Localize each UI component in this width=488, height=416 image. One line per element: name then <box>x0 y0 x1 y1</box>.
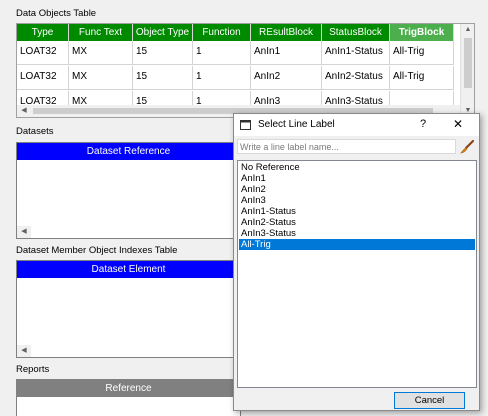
datasets-table[interactable]: Dataset Reference ◀ <box>16 142 241 239</box>
cell-func-text[interactable]: MX <box>69 41 133 65</box>
cancel-button[interactable]: Cancel <box>394 392 465 409</box>
column-header-status-block[interactable]: StatusBlock <box>322 24 390 41</box>
scroll-thumb[interactable] <box>464 38 472 88</box>
reports-table[interactable]: Reference <box>16 379 241 416</box>
dialog-title: Select Line Label <box>258 119 335 130</box>
list-item[interactable]: AnIn2 <box>239 184 475 195</box>
member-indexes-label: Dataset Member Object Indexes Table <box>16 245 178 256</box>
cell-type[interactable]: LOAT32 <box>17 41 69 65</box>
column-header-trig-block[interactable]: TrigBlock <box>390 24 454 41</box>
cell-func-text[interactable]: MX <box>69 66 133 90</box>
window-icon <box>240 120 251 130</box>
cell-result-block[interactable]: AnIn1 <box>251 41 322 65</box>
list-item[interactable]: AnIn2-Status <box>239 217 475 228</box>
table-row[interactable]: LOAT32 MX 15 1 AnIn1 AnIn1-Status All-Tr… <box>17 41 454 65</box>
cell-result-block[interactable]: AnIn2 <box>251 66 322 90</box>
dialog-title-bar[interactable]: Select Line Label ? ✕ <box>234 114 479 136</box>
cell-status-block[interactable]: AnIn2-Status <box>322 66 390 90</box>
select-line-label-dialog: Select Line Label ? ✕ No Reference AnIn1… <box>233 113 480 411</box>
column-header-dataset-reference[interactable]: Dataset Reference <box>17 143 240 160</box>
table-header-row: Type Func Text Object Type Function REsu… <box>17 24 454 41</box>
list-item[interactable]: AnIn3 <box>239 195 475 206</box>
cell-object-type[interactable]: 15 <box>133 66 193 90</box>
arrow-left-icon[interactable]: ◀ <box>17 105 31 117</box>
column-header-object-type[interactable]: Object Type <box>133 24 193 41</box>
datasets-label: Datasets <box>16 126 54 137</box>
data-objects-table[interactable]: Type Func Text Object Type Function REsu… <box>16 23 475 118</box>
column-header-dataset-element[interactable]: Dataset Element <box>17 261 240 278</box>
brush-button[interactable] <box>458 138 476 156</box>
brush-icon <box>460 139 475 154</box>
cell-function[interactable]: 1 <box>193 66 251 90</box>
help-button[interactable]: ? <box>420 118 426 130</box>
list-item-selected[interactable]: All-Trig <box>239 239 475 250</box>
cell-status-block[interactable]: AnIn1-Status <box>322 41 390 65</box>
table-row[interactable]: LOAT32 MX 15 1 AnIn2 AnIn2-Status All-Tr… <box>17 66 454 90</box>
cell-type[interactable]: LOAT32 <box>17 66 69 90</box>
arrow-left-icon[interactable]: ◀ <box>17 226 31 238</box>
close-button[interactable]: ✕ <box>453 117 463 131</box>
column-header-reference[interactable]: Reference <box>17 380 240 397</box>
arrow-up-icon[interactable]: ▲ <box>461 24 474 36</box>
cell-trig-block[interactable]: All-Trig <box>390 66 454 90</box>
column-header-function[interactable]: Function <box>193 24 251 41</box>
cell-object-type[interactable]: 15 <box>133 41 193 65</box>
cell-trig-block[interactable]: All-Trig <box>390 41 454 65</box>
column-header-type[interactable]: Type <box>17 24 69 41</box>
table-vertical-scrollbar[interactable]: ▲ ▼ <box>460 24 474 117</box>
cell-function[interactable]: 1 <box>193 41 251 65</box>
list-item[interactable]: AnIn1 <box>239 173 475 184</box>
line-label-search-input[interactable] <box>237 139 456 154</box>
data-objects-label: Data Objects Table <box>16 8 97 19</box>
list-item[interactable]: No Reference <box>239 162 475 173</box>
list-item[interactable]: AnIn3-Status <box>239 228 475 239</box>
member-indexes-table[interactable]: Dataset Element ◀ <box>16 260 241 358</box>
list-item[interactable]: AnIn1-Status <box>239 206 475 217</box>
arrow-left-icon[interactable]: ◀ <box>17 345 31 357</box>
column-header-func-text[interactable]: Func Text <box>69 24 133 41</box>
reports-label: Reports <box>16 364 50 375</box>
line-label-list[interactable]: No Reference AnIn1 AnIn2 AnIn3 AnIn1-Sta… <box>237 160 477 388</box>
column-header-result-block[interactable]: REsultBlock <box>251 24 322 41</box>
